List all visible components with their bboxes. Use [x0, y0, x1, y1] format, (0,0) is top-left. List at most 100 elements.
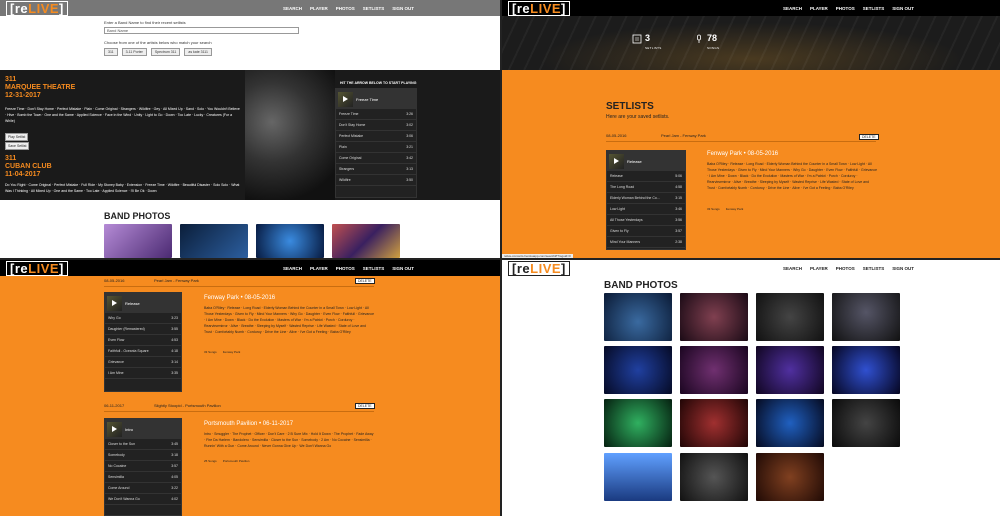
player-track[interactable]: Wildfire 3:50 — [336, 175, 416, 186]
player-track[interactable]: All Those Yesterdays 3:56 — [607, 215, 685, 226]
player-track[interactable]: Freeze Time 3:26 — [336, 109, 416, 120]
logo[interactable]: [reLIVE] — [508, 260, 570, 276]
band-photo[interactable] — [180, 224, 248, 258]
top-nav: [reLIVE] SEARCH PLAYER PHOTOS SETLISTS S… — [0, 0, 500, 16]
player-track[interactable]: Given to Fly 3:57 — [607, 226, 685, 237]
band-photo[interactable] — [604, 399, 672, 447]
player-track[interactable]: Perfect Mistake 3:06 — [336, 131, 416, 142]
band-photo[interactable] — [756, 453, 824, 501]
nav-signout[interactable]: SIGN OUT — [392, 6, 414, 11]
play-icon[interactable] — [338, 91, 353, 107]
nav-photos[interactable]: PHOTOS — [836, 6, 855, 11]
play-icon[interactable] — [107, 421, 122, 437]
band-photo[interactable] — [332, 224, 400, 258]
logo[interactable]: [reLIVE] — [6, 260, 68, 276]
player-track[interactable]: Grievance 3:14 — [105, 357, 181, 368]
music-player[interactable]: Intro Closer to the Sun 3:45 Somebody 3:18… — [104, 418, 182, 516]
nav-player[interactable]: PLAYER — [310, 6, 328, 11]
nav-search[interactable]: SEARCH — [283, 266, 302, 271]
player-track[interactable]: The Long Road 4:58 — [607, 182, 685, 193]
player-track[interactable]: Come Around 3:22 — [105, 483, 181, 494]
setlist-row[interactable]: 06-11-2017 Slightly Stoopid - Portsmouth… — [104, 403, 374, 412]
player-track[interactable]: Don't Stay Home 3:02 — [336, 120, 416, 131]
setlist-row[interactable]: 08-05-2016 Pearl Jam - Fenway Park — [104, 278, 374, 287]
player-track[interactable]: Release 5:06 — [607, 171, 685, 182]
band-photo[interactable] — [604, 453, 672, 501]
band-photo[interactable] — [104, 224, 172, 258]
band-photo[interactable] — [680, 453, 748, 501]
player-track[interactable]: Faithfull - Oceania Square 4:18 — [105, 346, 181, 357]
artist-option[interactable]: 3-11 Porter — [121, 48, 147, 56]
band-photo[interactable] — [680, 293, 748, 341]
player-track[interactable]: Closer to the Sun 3:45 — [105, 439, 181, 450]
top-nav: [reLIVE] SEARCH PLAYER PHOTOS SETLISTS S… — [0, 260, 500, 276]
music-player[interactable]: Release Why Go 3:23 Daughter (Remastered)… — [104, 292, 182, 392]
play-setlist-button[interactable]: Play Setlist — [5, 133, 29, 141]
nav-setlists[interactable]: SETLISTS — [863, 6, 885, 11]
logo-live: LIVE — [28, 260, 60, 276]
player-track[interactable]: Come Original 3:42 — [336, 153, 416, 164]
nav-player[interactable]: PLAYER — [810, 6, 828, 11]
songs-label: SONGS — [707, 46, 720, 50]
play-icon[interactable] — [107, 295, 122, 311]
music-player[interactable]: Freeze Time Freeze Time 3:26 Don't Stay H… — [335, 88, 417, 198]
logo[interactable]: [reLIVE] — [6, 0, 68, 16]
delete-button[interactable]: DELETE — [355, 403, 375, 409]
band-photo[interactable] — [832, 399, 900, 447]
player-track[interactable]: Daughter (Remastered) 3:55 — [105, 324, 181, 335]
player-track[interactable]: Low Light 3:46 — [607, 204, 685, 215]
delete-button[interactable]: DELETE — [355, 278, 375, 284]
band-photo[interactable] — [756, 293, 824, 341]
nav-signout[interactable]: SIGN OUT — [892, 6, 914, 11]
nav-photos[interactable]: PHOTOS — [336, 266, 355, 271]
band-photo[interactable] — [832, 293, 900, 341]
artist-option[interactable]: 311 — [104, 48, 118, 56]
nav-setlists[interactable]: SETLISTS — [863, 266, 885, 271]
stats-hero — [502, 16, 1000, 70]
nav-player[interactable]: PLAYER — [310, 266, 328, 271]
nav-signout[interactable]: SIGN OUT — [892, 266, 914, 271]
player-track[interactable]: Somebody 3:18 — [105, 450, 181, 461]
player-track[interactable]: Plain 3:21 — [336, 142, 416, 153]
player-track[interactable]: Even Flow 4:53 — [105, 335, 181, 346]
player-track[interactable]: Elderly Woman Behind the Co... 3:15 — [607, 193, 685, 204]
player-title: Intro — [125, 426, 134, 432]
artist-option[interactable]: as kate 3111 — [184, 48, 212, 56]
band-photo[interactable] — [832, 346, 900, 394]
player-track[interactable]: I Am Mine 3:35 — [105, 368, 181, 379]
band-photo[interactable] — [256, 224, 324, 258]
nav-search[interactable]: SEARCH — [783, 6, 802, 11]
band-photo[interactable] — [604, 293, 672, 341]
nav-photos[interactable]: PHOTOS — [836, 266, 855, 271]
nav-player[interactable]: PLAYER — [810, 266, 828, 271]
concert-2-title: 311 CUBAN CLUB 11-04-2017 — [5, 155, 52, 179]
player-track[interactable]: Strangers 3:13 — [336, 164, 416, 175]
setlist-row[interactable]: 08-05-2016 Pearl Jam - Fenway Park — [606, 133, 876, 142]
nav-photos[interactable]: PHOTOS — [336, 6, 355, 11]
player-title: Release — [125, 300, 140, 306]
band-photo[interactable] — [604, 346, 672, 394]
music-player[interactable]: Release Release 5:06 The Long Road 4:58 El… — [606, 150, 686, 250]
band-photo[interactable] — [680, 346, 748, 394]
band-photo[interactable] — [756, 346, 824, 394]
player-track[interactable]: Mind Your Manners 2:38 — [607, 237, 685, 248]
save-setlist-button[interactable]: Save Setlist — [5, 142, 30, 150]
nav-setlists[interactable]: SETLISTS — [363, 6, 385, 11]
player-track[interactable]: Why Go 3:23 — [105, 313, 181, 324]
play-icon[interactable] — [609, 153, 624, 169]
delete-button[interactable]: DELETE — [859, 134, 879, 140]
band-search-input[interactable]: Band Name — [104, 27, 299, 34]
band-photo[interactable] — [680, 399, 748, 447]
band-photo[interactable] — [756, 399, 824, 447]
player-track[interactable]: Sensimilla 4:05 — [105, 472, 181, 483]
nav-search[interactable]: SEARCH — [783, 266, 802, 271]
nav-setlists[interactable]: SETLISTS — [363, 266, 385, 271]
artist-option[interactable]: Spectrum 311 — [150, 48, 181, 56]
player-track[interactable]: We Don't Wanna Go 4:02 — [105, 494, 181, 505]
row-name: Pearl Jam - Fenway Park — [154, 278, 199, 283]
nav-search[interactable]: SEARCH — [283, 6, 302, 11]
logo[interactable]: [reLIVE] — [508, 0, 570, 16]
player-track[interactable]: No Cocaine 3:57 — [105, 461, 181, 472]
concert-2-songs: Do You Right · Come Original · Perfect M… — [5, 183, 240, 193]
nav-signout[interactable]: SIGN OUT — [392, 266, 414, 271]
